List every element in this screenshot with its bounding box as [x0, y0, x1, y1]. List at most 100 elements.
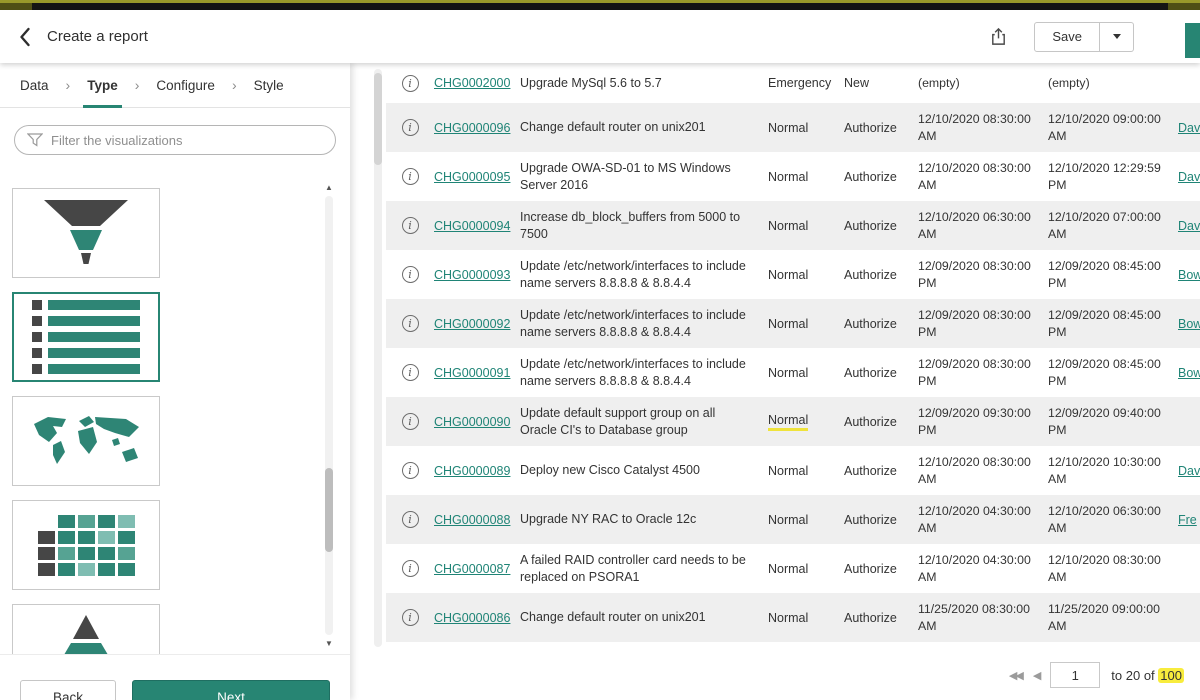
short-description-cell: Update /etc/network/interfaces to includ… — [520, 307, 768, 341]
short-description-cell: Change default router on unix201 — [520, 119, 768, 136]
requested-by-cell[interactable]: Bow — [1178, 366, 1200, 380]
table-row: i CHG0000096 Change default router on unix… — [386, 103, 1200, 152]
heatmap-cell — [58, 515, 75, 528]
scrollbar-track[interactable] — [325, 196, 333, 635]
requested-by-cell[interactable]: Bow — [1178, 317, 1200, 331]
short-description-cell: Upgrade NY RAC to Oracle 12c — [520, 511, 768, 528]
save-split-button: Save — [1034, 22, 1134, 52]
short-description-cell: Increase db_block_buffers from 5000 to 7… — [520, 209, 768, 243]
short-description-cell: Update default support group on all Orac… — [520, 405, 768, 439]
planned-end-cell: 12/10/2020 12:29:59 PM — [1048, 160, 1178, 193]
planned-start-cell: 12/09/2020 09:30:00 PM — [918, 405, 1048, 438]
requested-by-cell[interactable]: Dav — [1178, 170, 1200, 184]
viz-option-heatmap[interactable] — [12, 500, 160, 590]
first-page-icon[interactable]: ◀◀ — [1009, 669, 1022, 682]
change-number-link[interactable]: CHG0000089 — [434, 464, 510, 478]
table-row: iCHG0000091Update /etc/network/interface… — [386, 348, 1200, 397]
report-header: Create a report Save — [0, 10, 1200, 63]
priority-cell: Normal — [768, 562, 808, 576]
back-chevron-icon[interactable] — [18, 27, 31, 47]
info-icon[interactable]: i — [402, 119, 419, 136]
back-button[interactable]: Back — [20, 680, 116, 700]
planned-end-cell: 12/09/2020 08:45:00 PM — [1048, 307, 1178, 340]
info-icon[interactable]: i — [402, 413, 419, 430]
change-number-link[interactable]: CHG0000094 — [434, 219, 510, 233]
requested-by-cell[interactable]: Dav — [1178, 464, 1200, 478]
scroll-down-icon[interactable]: ▼ — [323, 639, 335, 648]
visualization-list — [0, 181, 350, 654]
previous-page-icon[interactable]: ◀ — [1033, 669, 1039, 682]
share-icon[interactable] — [989, 27, 1008, 46]
change-number-link[interactable]: CHG0000091 — [434, 366, 510, 380]
planned-start-cell: 12/10/2020 08:30:00 AM — [918, 160, 1048, 193]
planned-start-cell: (empty) — [918, 75, 1048, 92]
priority-cell: Normal — [768, 170, 808, 184]
info-icon[interactable]: i — [402, 560, 419, 577]
heatmap-cell — [78, 563, 95, 576]
heatmap-cell — [118, 531, 135, 544]
info-icon[interactable]: i — [402, 266, 419, 283]
tab-data-label: Data — [20, 78, 49, 93]
change-number-link[interactable]: CHG0000087 — [434, 562, 510, 576]
priority-cell: Normal — [768, 513, 808, 527]
heatmap-cell — [38, 515, 55, 528]
viz-option-pyramid[interactable] — [12, 604, 160, 654]
change-number-link[interactable]: CHG0000088 — [434, 513, 510, 527]
change-number-link[interactable]: CHG0000090 — [434, 415, 510, 429]
change-number-link[interactable]: CHG0000092 — [434, 317, 510, 331]
priority-cell: Normal — [768, 413, 808, 431]
planned-end-cell: 12/10/2020 09:00:00 AM — [1048, 111, 1178, 144]
topbar-right-accent — [1168, 3, 1200, 10]
requested-by-cell[interactable]: Fre — [1178, 513, 1197, 527]
info-icon[interactable]: i — [402, 364, 419, 381]
save-dropdown-button[interactable] — [1100, 22, 1134, 52]
tab-configure[interactable]: Configure — [152, 63, 219, 108]
heatmap-cell — [98, 515, 115, 528]
viz-list-scrollbar[interactable]: ▲ ▼ — [323, 183, 335, 648]
info-icon[interactable]: i — [402, 511, 419, 528]
info-icon[interactable]: i — [402, 462, 419, 479]
page-title: Create a report — [47, 28, 148, 45]
topbar-left-accent — [0, 3, 32, 10]
page-number-input[interactable] — [1050, 662, 1100, 688]
scroll-up-icon[interactable]: ▲ — [323, 183, 335, 192]
change-number-link[interactable]: CHG0000096 — [434, 121, 510, 135]
state-cell: Authorize — [844, 611, 918, 625]
tab-data[interactable]: Data — [16, 63, 53, 108]
tab-style[interactable]: Style — [250, 63, 288, 108]
heatmap-cell — [98, 547, 115, 560]
change-number-link[interactable]: CHG0000093 — [434, 268, 510, 282]
state-cell: Authorize — [844, 562, 918, 576]
priority-cell: Emergency — [768, 76, 831, 90]
priority-cell: Normal — [768, 611, 808, 625]
pagination-range-label: to 20 of — [1111, 668, 1154, 683]
requested-by-cell[interactable]: Bow — [1178, 268, 1200, 282]
table-row: i CHG0000092 Update /etc/network/interface… — [386, 299, 1200, 348]
change-number-link[interactable]: CHG0000086 — [434, 611, 510, 625]
info-icon[interactable]: i — [402, 609, 419, 626]
info-icon[interactable]: i — [402, 217, 419, 234]
table-row: iCHG0000087A failed RAID controller card… — [386, 544, 1200, 593]
requested-by-cell[interactable]: Dav — [1178, 219, 1200, 233]
change-number-link[interactable]: CHG0002000 — [434, 76, 510, 90]
requested-by-cell[interactable]: Dav — [1178, 121, 1200, 135]
viz-option-map[interactable] — [12, 396, 160, 486]
viz-option-list[interactable] — [12, 292, 160, 382]
planned-end-cell: 11/25/2020 09:00:00 AM — [1048, 601, 1178, 634]
table-scrollbar[interactable] — [374, 69, 382, 647]
planned-end-cell: 12/09/2020 08:45:00 PM — [1048, 356, 1178, 389]
change-number-link[interactable]: CHG0000095 — [434, 170, 510, 184]
tab-type[interactable]: Type — [83, 63, 122, 108]
info-icon[interactable]: i — [402, 168, 419, 185]
scrollbar-thumb[interactable] — [325, 468, 333, 552]
next-button[interactable]: Next — [132, 680, 330, 700]
planned-end-cell: 12/10/2020 10:30:00 AM — [1048, 454, 1178, 487]
info-icon[interactable]: i — [402, 315, 419, 332]
info-icon[interactable]: i — [402, 75, 419, 92]
save-button[interactable]: Save — [1034, 22, 1100, 52]
priority-cell: Normal — [768, 268, 808, 282]
filter-visualizations-input[interactable] — [14, 125, 336, 155]
viz-option-funnel[interactable] — [12, 188, 160, 278]
pagination: ◀◀ ◀ to 20 of 100 — [1009, 662, 1184, 688]
table-scrollbar-thumb[interactable] — [374, 73, 382, 165]
